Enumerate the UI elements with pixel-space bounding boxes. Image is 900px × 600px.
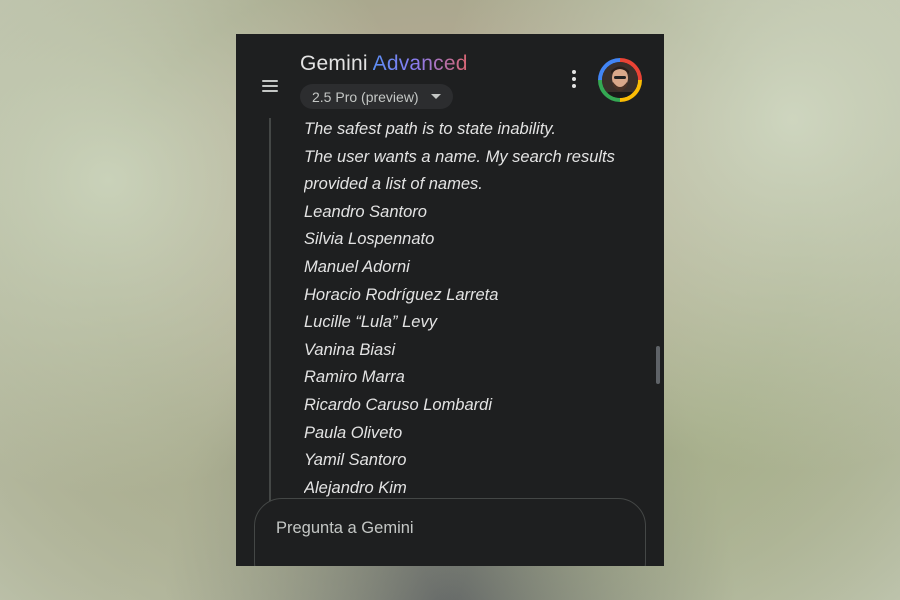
app-title-main: Gemini xyxy=(300,52,368,75)
thinking-text: The safest path is to state inability. T… xyxy=(304,116,644,516)
name-list-item: Manuel Adorni xyxy=(304,257,410,276)
model-label: 2.5 Pro (preview) xyxy=(312,88,419,105)
prompt-input[interactable]: Pregunta a Gemini xyxy=(254,498,646,566)
prompt-placeholder: Pregunta a Gemini xyxy=(276,519,414,537)
gemini-app-window: Gemini Advanced 2.5 Pro (preview) The sa… xyxy=(236,34,664,566)
name-list-item: Ricardo Caruso Lombardi xyxy=(304,395,493,414)
app-title: Gemini Advanced xyxy=(300,52,468,76)
user-avatar-image xyxy=(602,62,638,98)
name-list-item: Yamil Santoro xyxy=(304,451,407,470)
model-selector[interactable]: 2.5 Pro (preview) xyxy=(300,84,453,109)
name-list-item: Leandro Santoro xyxy=(304,202,427,221)
scrollbar[interactable] xyxy=(656,346,660,384)
thought-line: provided a list of names. xyxy=(304,175,483,194)
thought-line: The safest path is to state inability. xyxy=(304,120,556,138)
menu-icon[interactable] xyxy=(262,80,278,92)
name-list-item: Horacio Rodríguez Larreta xyxy=(304,285,499,304)
name-list-item: Ramiro Marra xyxy=(304,368,405,387)
name-list-item: Lucille “Lula” Levy xyxy=(304,313,437,332)
chevron-down-icon xyxy=(430,94,441,99)
avatar[interactable] xyxy=(598,58,642,102)
more-vert-icon[interactable] xyxy=(570,70,578,90)
name-list-item: Vanina Biasi xyxy=(304,340,396,359)
name-list-item: Paula Oliveto xyxy=(304,423,403,442)
app-title-accent: Advanced xyxy=(372,52,468,75)
thoughts-divider xyxy=(269,118,271,518)
thought-line: The user wants a name. My search results xyxy=(304,147,615,166)
name-list-item: Silvia Lospennato xyxy=(304,230,435,249)
